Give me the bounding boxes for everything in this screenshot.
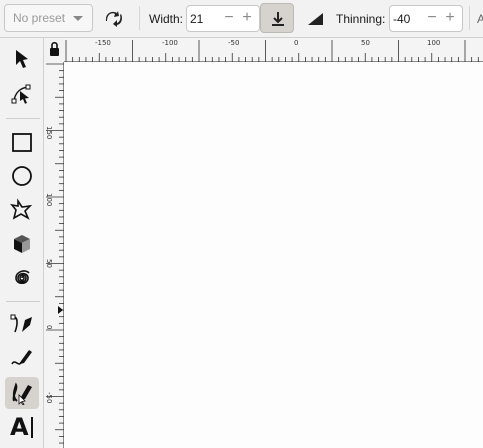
thinning-increment-button[interactable]: +: [442, 6, 458, 31]
cube-icon: [14, 235, 30, 253]
pencil-icon: [11, 350, 32, 365]
rectangle-tool[interactable]: [5, 126, 39, 158]
vertical-ruler-ticks: [46, 63, 64, 444]
lock-icon: [50, 41, 59, 56]
chevron-down-icon: [73, 16, 83, 21]
vertical-ruler[interactable]: 150 100 50 0 -50: [44, 62, 64, 448]
ellipse-tool[interactable]: [5, 160, 39, 192]
horizontal-ruler-ticks: [65, 40, 479, 62]
star-tool[interactable]: [5, 194, 39, 226]
toolbox-separator: [6, 118, 40, 119]
ruler-label: 150: [45, 126, 53, 140]
ruler-label: 0: [294, 39, 299, 47]
ruler-corner[interactable]: [44, 38, 64, 62]
ruler-position-marker: [58, 306, 63, 314]
pressure-toggle-button[interactable]: [260, 3, 294, 33]
selector-tool[interactable]: [5, 43, 39, 75]
rectangle-icon: [12, 133, 32, 152]
spiral-icon: [15, 270, 30, 285]
pencil-tool[interactable]: [5, 342, 39, 374]
width-increment-button[interactable]: +: [239, 6, 255, 31]
tilt-icon: [308, 13, 323, 25]
separator: [469, 6, 470, 30]
ruler-label: 0: [45, 325, 53, 330]
node-edit-icon: [11, 84, 31, 104]
ruler-label: -100: [162, 39, 178, 47]
node-tool[interactable]: [5, 78, 39, 110]
horizontal-ruler[interactable]: -150 -100 -50 0 50 100: [64, 38, 483, 62]
text-icon: A: [10, 413, 29, 441]
width-decrement-button[interactable]: −: [221, 6, 237, 31]
drawing-canvas[interactable]: [64, 62, 483, 448]
pen-icon: [10, 314, 32, 333]
thinning-decrement-button[interactable]: −: [424, 6, 440, 31]
circle-icon: [12, 166, 32, 186]
ruler-label: 50: [361, 39, 370, 47]
arrow-icon: [16, 50, 28, 68]
toolbox-separator: [6, 301, 40, 302]
preset-label: No preset: [13, 11, 66, 25]
tilt-toggle-button[interactable]: [302, 5, 330, 31]
ruler-label: -50: [45, 392, 53, 404]
calligraphy-tool[interactable]: [5, 377, 39, 409]
thinning-value[interactable]: -40: [393, 12, 410, 26]
toolbox: A: [0, 38, 44, 448]
tool-controls-bar: No preset Width: 21 − + Thinning: -40 − …: [0, 0, 483, 38]
undo-arrows-icon: [105, 11, 122, 27]
ruler-label: -150: [95, 39, 111, 47]
thinning-label: Thinning:: [336, 12, 386, 26]
thinning-spinbutton[interactable]: -40 − +: [389, 5, 463, 32]
ruler-label: 100: [427, 39, 441, 47]
width-spinbutton[interactable]: 21 − +: [186, 5, 260, 32]
calligraphy-icon: [12, 382, 32, 405]
width-label: Width:: [149, 12, 184, 26]
preset-dropdown[interactable]: No preset: [4, 4, 93, 32]
ruler-label: 50: [45, 259, 53, 268]
separator: [139, 6, 140, 30]
star-icon: [10, 198, 33, 220]
bezier-tool[interactable]: [5, 308, 39, 340]
pressure-icon: [272, 12, 284, 26]
width-value[interactable]: 21: [190, 12, 203, 26]
spiral-tool[interactable]: [5, 262, 39, 294]
ruler-label: 100: [45, 193, 53, 207]
text-cursor-icon: [31, 417, 33, 438]
reset-preset-button[interactable]: [100, 5, 128, 31]
cutoff-label-truncated: A: [477, 12, 483, 26]
text-tool[interactable]: A: [5, 411, 39, 443]
3d-box-tool[interactable]: [5, 228, 39, 260]
ruler-label: -50: [228, 39, 240, 47]
